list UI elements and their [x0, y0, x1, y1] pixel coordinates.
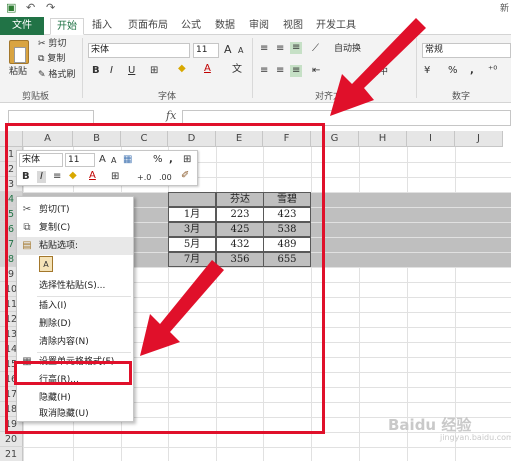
tab-insert[interactable]: 插入 — [88, 18, 116, 35]
align-middle-icon[interactable]: ≡ — [276, 43, 284, 55]
font-size-select[interactable]: 11 — [193, 43, 219, 58]
font-color-icon[interactable]: A — [204, 63, 211, 75]
undo-icon[interactable]: ↶ — [26, 2, 35, 14]
watermark-logo: Baidu 经验 — [388, 416, 472, 434]
align-right-icon[interactable]: ≡ — [290, 65, 303, 77]
orientation-icon[interactable]: ⟋ — [312, 43, 319, 55]
group-divider — [416, 38, 417, 98]
tab-home[interactable]: 开始 — [50, 18, 84, 35]
number-group-label: 数字 — [452, 92, 471, 102]
paste-button[interactable]: 粘贴 — [9, 67, 27, 78]
bold-button[interactable]: B — [92, 65, 100, 77]
redo-icon[interactable]: ↷ — [46, 2, 55, 14]
row-header[interactable]: 21 — [0, 447, 23, 461]
tab-page-layout[interactable]: 页面布局 — [124, 18, 172, 35]
shrink-font-icon[interactable]: A — [238, 45, 243, 57]
comma-button[interactable]: , — [470, 65, 474, 77]
border-icon[interactable]: ⊞ — [150, 65, 158, 77]
quick-access-toolbar: ▣ ↶ ↷ 新 — [0, 0, 511, 17]
column-header[interactable]: J — [455, 131, 503, 147]
grid-row-line — [23, 447, 511, 448]
save-icon[interactable]: ▣ — [6, 2, 16, 14]
group-divider — [252, 38, 253, 98]
window-title-fragment: 新 — [499, 4, 509, 14]
ribbon-tabs: 文件 开始 插入 页面布局 公式 数据 审阅 视图 开发工具 — [0, 17, 511, 35]
copy-icon: ⧉ — [38, 54, 45, 64]
tab-file[interactable]: 文件 — [0, 17, 44, 35]
align-center-icon[interactable]: ≡ — [276, 65, 284, 77]
copy-button[interactable]: ⧉ 复制 — [38, 54, 65, 65]
copy-label: 复制 — [47, 54, 66, 64]
number-format-select[interactable]: 常规 — [422, 43, 511, 58]
brush-icon: ✎ — [38, 70, 46, 80]
fx-icon[interactable]: fx — [166, 109, 176, 122]
underline-button[interactable]: U — [128, 65, 135, 77]
format-painter-label: 格式刷 — [48, 70, 76, 80]
alignment-group-label: 对齐方 — [315, 92, 343, 102]
cut-label: 剪切 — [48, 39, 67, 49]
percent-button[interactable]: % — [448, 65, 458, 77]
currency-icon[interactable]: ¥ — [424, 65, 430, 77]
tab-view[interactable]: 视图 — [280, 18, 306, 35]
fill-color-icon[interactable]: ◆ — [178, 63, 186, 75]
font-name-select[interactable]: 宋体 — [88, 43, 190, 58]
column-header[interactable]: I — [407, 131, 455, 147]
align-left-icon[interactable]: ≡ — [260, 65, 268, 77]
wrap-text-button[interactable]: 自动换 — [334, 44, 361, 55]
font-group-label: 字体 — [158, 92, 177, 102]
tab-developer[interactable]: 开发工具 — [312, 18, 360, 35]
tab-data[interactable]: 数据 — [212, 18, 238, 35]
annotation-frame — [5, 123, 325, 434]
grow-font-icon[interactable]: A — [224, 44, 232, 56]
clipboard-group-label: 剪贴板 — [22, 92, 50, 102]
scissors-icon: ✂ — [38, 39, 46, 49]
phonetic-icon[interactable]: 文 — [232, 64, 242, 76]
italic-button[interactable]: I — [110, 65, 113, 77]
annotation-highlight-row-height — [14, 361, 132, 385]
format-painter-button[interactable]: ✎ 格式刷 — [38, 70, 75, 81]
increase-decimal-icon[interactable]: ⁺⁰ — [488, 65, 497, 77]
tab-review[interactable]: 审阅 — [246, 18, 272, 35]
indent-icon[interactable]: ⇤ — [312, 65, 320, 77]
align-bottom-icon[interactable]: ≡ — [290, 42, 303, 54]
group-divider — [82, 38, 83, 98]
row-header[interactable]: 20 — [0, 432, 23, 447]
align-top-icon[interactable]: ≡ — [260, 43, 268, 55]
merge-center-button[interactable]: 居中 — [370, 67, 388, 78]
column-header[interactable]: H — [359, 131, 407, 147]
watermark-url: jingyan.baidu.com — [440, 433, 511, 442]
paste-icon[interactable] — [9, 40, 29, 64]
cut-button[interactable]: ✂ 剪切 — [38, 39, 66, 50]
ribbon: 粘贴 ✂ 剪切 ⧉ 复制 ✎ 格式刷 剪贴板 宋体 11 A A B I U ⊞… — [0, 35, 511, 103]
tab-formulas[interactable]: 公式 — [178, 18, 204, 35]
